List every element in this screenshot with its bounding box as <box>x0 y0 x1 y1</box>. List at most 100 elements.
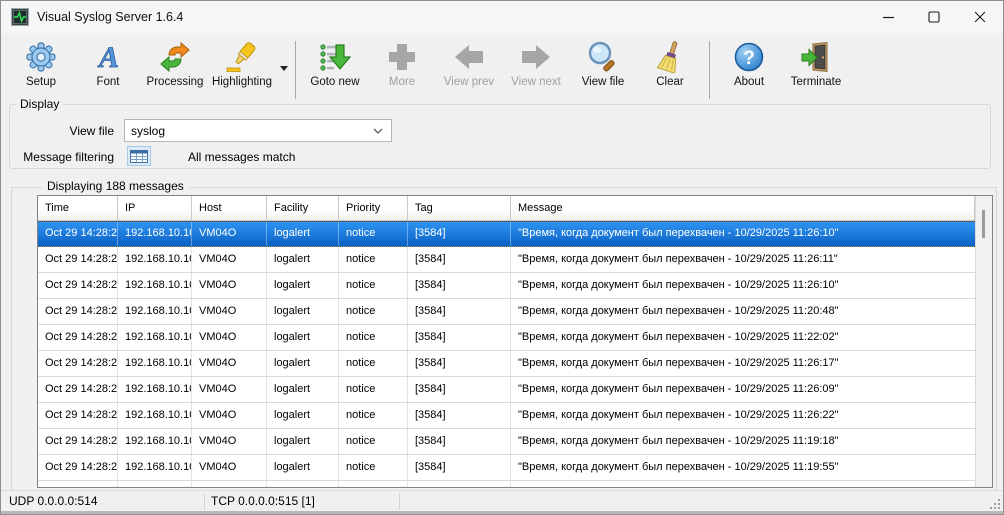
question-icon: ? <box>733 41 765 73</box>
statusbar-separator <box>204 493 205 510</box>
cell-priority: notice <box>339 299 408 324</box>
cell-message: "Время, когда документ был перехвачен - … <box>518 409 839 421</box>
cell-facility: logalert <box>267 325 339 350</box>
cell-time: Oct 29 14:28:21 <box>38 299 118 324</box>
cell-time: Oct 29 14:28:21 <box>38 455 118 480</box>
scrollbar-thumb[interactable] <box>982 210 985 238</box>
processing-icon <box>159 41 191 73</box>
toolbar-separator <box>295 41 296 99</box>
message-filtering-label: Message filtering <box>23 150 114 164</box>
cell-ip: 192.168.10.104 <box>118 403 192 428</box>
statusbar: UDP 0.0.0.0:514 TCP 0.0.0.0:515 [1] <box>1 490 1003 512</box>
cell-facility: logalert <box>267 222 339 246</box>
cell-tag: [3584] <box>408 429 511 454</box>
table-row[interactable]: Oct 29 14:28:21192.168.10.104VM04Ologale… <box>38 377 975 403</box>
cell-message: "Время, когда документ был перехвачен - … <box>518 253 838 265</box>
table-row[interactable]: Oct 29 14:28:21192.168.10.104VM04Ologale… <box>38 351 975 377</box>
cell-facility: logalert <box>267 455 339 480</box>
table-row[interactable]: Oct 29 14:28:21192.168.10.104VM04Ologale… <box>38 299 975 325</box>
broom-icon <box>654 41 686 74</box>
column-header-facility[interactable]: Facility <box>267 196 339 221</box>
view-file-label: View file <box>69 124 114 138</box>
cell-host: VM04O <box>192 455 267 480</box>
cell-facility: logalert <box>267 299 339 324</box>
cell-ip: 192.168.10.104 <box>118 377 192 402</box>
highlighting-dropdown-arrow-icon[interactable] <box>277 66 291 71</box>
message-filtering-button[interactable] <box>127 146 151 166</box>
toolbar-button-highlighting[interactable]: Highlighting <box>210 41 274 88</box>
cell-facility: logalert <box>267 429 339 454</box>
toolbar-button-processing[interactable]: Processing <box>143 41 207 88</box>
minimize-button[interactable] <box>865 1 911 33</box>
toolbar-button-font[interactable]: A Font <box>76 41 140 88</box>
titlebar: Visual Syslog Server 1.6.4 <box>1 1 1003 33</box>
filter-status-text: All messages match <box>188 150 296 164</box>
cell-facility: logalert <box>267 377 339 402</box>
toolbar-button-about[interactable]: ? About <box>717 41 781 88</box>
column-header-priority[interactable]: Priority <box>339 196 408 221</box>
cell-priority: notice <box>339 403 408 428</box>
maximize-button[interactable] <box>911 1 957 33</box>
display-group-title: Display <box>16 97 64 111</box>
toolbar-button-goto-new[interactable]: Goto new <box>303 41 367 88</box>
cell-host <box>192 481 267 487</box>
table-row[interactable]: Oct 29 14:28:21192.168.10.104VM04Ologale… <box>38 221 975 247</box>
vertical-scrollbar[interactable] <box>975 196 992 487</box>
cell-facility: logalert <box>267 403 339 428</box>
cell-facility <box>267 481 339 487</box>
toolbar-button-label: Goto new <box>310 76 360 88</box>
cell-facility: logalert <box>267 351 339 376</box>
font-icon: A <box>92 41 124 75</box>
toolbar: Setup A Font Processing Highlighting Goto new… <box>1 33 1003 101</box>
column-header-message[interactable]: Message <box>511 196 975 221</box>
statusbar-separator <box>399 493 400 510</box>
cell-tag: [3584] <box>408 325 511 350</box>
cell-time: Oct 29 14:28:20 <box>38 429 118 454</box>
cell-tag: [3584] <box>408 299 511 324</box>
toolbar-button-more: More <box>370 41 434 88</box>
toolbar-button-label: View prev <box>443 76 495 88</box>
column-header-time[interactable]: Time <box>38 196 118 221</box>
table-row[interactable]: Oct 29 14:28:20192.168.10.104VM04Ologale… <box>38 247 975 273</box>
table-row[interactable]: Oct 29 14:28:21192.168.10.104VM04Ologale… <box>38 325 975 351</box>
cell-priority <box>339 481 408 487</box>
arrow-left-icon <box>453 41 485 73</box>
goto-new-icon <box>319 41 352 73</box>
toolbar-button-setup[interactable]: Setup <box>9 41 73 88</box>
chevron-down-icon <box>373 128 383 134</box>
cell-tag: [3584] <box>408 222 511 246</box>
cell-time: Oct 29 14:28:21 <box>38 377 118 402</box>
view-file-combobox[interactable]: syslog <box>124 119 392 142</box>
table-row[interactable]: Oct 29 14:28:20192.168.10.104VM04Ologale… <box>38 273 975 299</box>
column-header-tag[interactable]: Tag <box>408 196 511 221</box>
cell-priority: notice <box>339 273 408 298</box>
cell-time: Oct 29 14:28:21 <box>38 325 118 350</box>
table-row[interactable]: Oct 29 14:28:20192.168.10.104VM04Ologale… <box>38 429 975 455</box>
toolbar-button-view-next: View next <box>504 41 568 88</box>
table-row-partial <box>38 481 975 487</box>
cell-time: Oct 29 14:28:21 <box>38 351 118 376</box>
cell-ip: 192.168.10.104 <box>118 325 192 350</box>
column-header-ip[interactable]: IP <box>118 196 192 221</box>
toolbar-button-label: Terminate <box>790 76 842 88</box>
resize-grip[interactable] <box>990 499 1001 510</box>
toolbar-button-clear[interactable]: Clear <box>638 41 702 88</box>
toolbar-button-label: Processing <box>146 76 204 88</box>
table-body: Oct 29 14:28:21192.168.10.104VM04Ologale… <box>38 221 975 487</box>
table-row[interactable]: Oct 29 14:28:21192.168.10.104VM04Ologale… <box>38 403 975 429</box>
statusbar-tcp: TCP 0.0.0.0:515 [1] <box>211 494 315 508</box>
column-header-host[interactable]: Host <box>192 196 267 221</box>
cell-tag: [3584] <box>408 455 511 480</box>
cell-message: "Время, когда документ был перехвачен - … <box>518 305 839 317</box>
cell-host: VM04O <box>192 222 267 246</box>
cell-message <box>511 481 975 487</box>
cell-time: Oct 29 14:28:20 <box>38 247 118 272</box>
cell-tag: [3584] <box>408 273 511 298</box>
toolbar-button-view-file[interactable]: View file <box>571 41 635 88</box>
window-controls <box>865 1 1003 33</box>
toolbar-button-label: About <box>733 76 765 88</box>
cell-host: VM04O <box>192 403 267 428</box>
toolbar-button-terminate[interactable]: Terminate <box>784 41 848 88</box>
close-button[interactable] <box>957 1 1003 33</box>
table-row[interactable]: Oct 29 14:28:21192.168.10.104VM04Ologale… <box>38 455 975 481</box>
